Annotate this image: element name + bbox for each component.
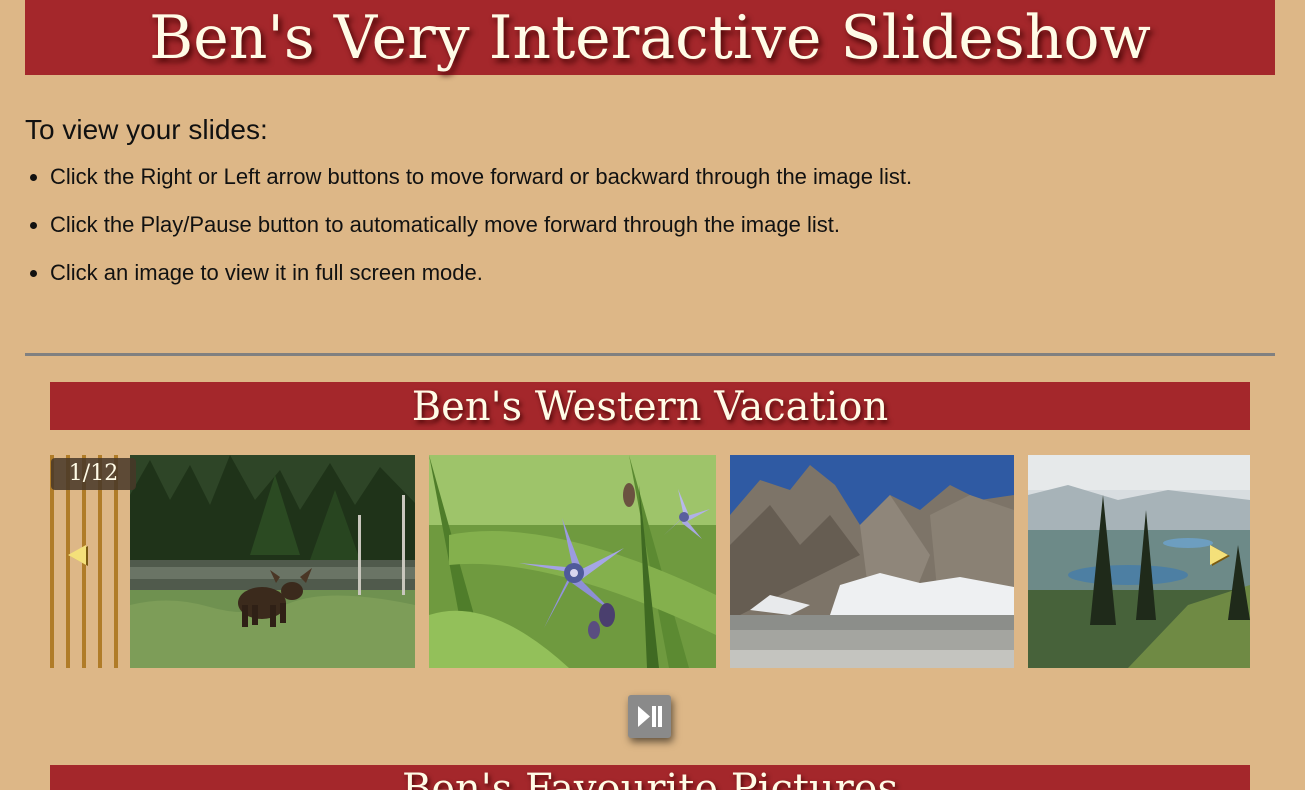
instruction-item-play: Click the Play/Pause button to automatic… — [50, 212, 1275, 238]
slide-mountain-lake[interactable] — [730, 455, 1014, 668]
slide-wildflower[interactable] — [429, 455, 716, 668]
previous-slide-button[interactable] — [66, 541, 96, 571]
instruction-item-arrows: Click the Right or Left arrow buttons to… — [50, 164, 1275, 190]
divider — [25, 353, 1275, 356]
page-title: Ben's Very Interactive Slideshow — [149, 3, 1151, 73]
page-header: Ben's Very Interactive Slideshow — [25, 0, 1275, 75]
instructions: To view your slides: Click the Right or … — [25, 110, 1275, 308]
play-pause-button[interactable] — [628, 695, 671, 738]
slideshow-title-bar: Ben's Western Vacation — [50, 382, 1250, 430]
wildflower-image — [429, 455, 716, 668]
moose-image — [130, 455, 415, 668]
mountain-lake-image — [730, 455, 1014, 668]
right-arrow-icon — [1210, 545, 1230, 566]
second-slideshow-title-bar: Ben's Favourite Pictures — [50, 765, 1250, 790]
slide-counter: 1/12 — [51, 458, 136, 490]
next-slide-button[interactable] — [1204, 541, 1234, 571]
play-pause-icon — [638, 706, 662, 727]
instruction-item-fullscreen: Click an image to view it in full screen… — [50, 260, 1275, 286]
second-slideshow-title: Ben's Favourite Pictures — [401, 766, 899, 790]
slideshow-title: Ben's Western Vacation — [411, 384, 889, 430]
slideshow-viewer: 1/12 — [50, 455, 1250, 668]
instructions-list: Click the Right or Left arrow buttons to… — [25, 164, 1275, 286]
slide-moose[interactable] — [130, 455, 415, 668]
instructions-heading: To view your slides: — [25, 114, 268, 145]
left-arrow-icon — [68, 545, 88, 566]
